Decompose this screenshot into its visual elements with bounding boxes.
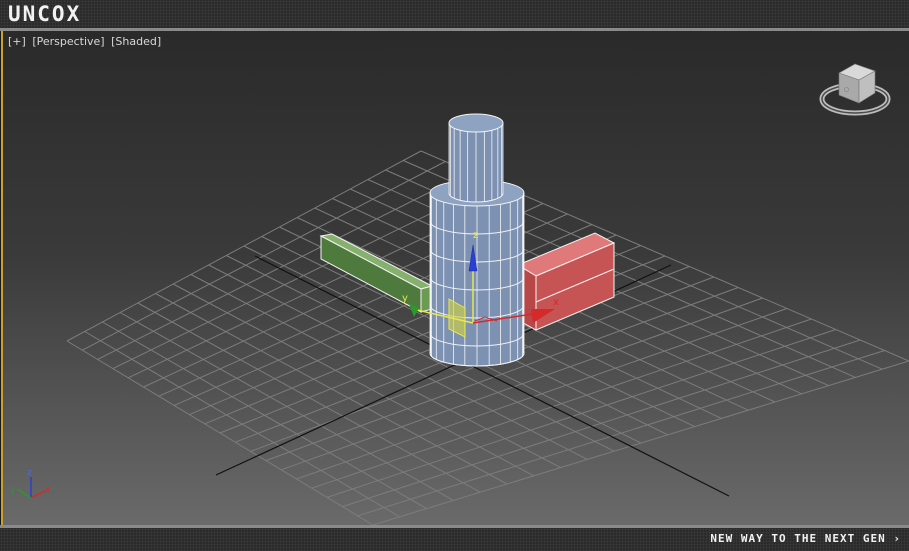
grid-line [372,360,909,525]
viewport-view-menu[interactable]: [Perspective] [32,35,104,48]
title-bar: uncox [0,0,909,28]
perspective-viewport[interactable]: z y x ▢ z x y [+] [Perspective] [Shaded] [1,31,909,525]
gizmo-y-label: y [402,293,408,304]
world-y-label: y [10,485,16,495]
scene-canvas[interactable]: z y x ▢ z x y [3,31,909,525]
app-logo: uncox [8,2,82,26]
world-x-label: x [45,485,51,495]
small-cylinder-top [448,113,504,133]
grid-line [326,329,836,498]
viewcube-front-icon: ▢ [844,87,849,93]
world-z-label: z [27,468,32,478]
world-axes-icon: z x y [10,468,51,499]
viewport-label-menu[interactable]: [+] [Perspective] [Shaded] [8,35,164,48]
footer-tagline: NEW WAY TO THE NEXT GEN › [710,532,901,545]
viewport-shading-menu[interactable]: [Shaded] [111,35,161,48]
grid-line [342,339,861,508]
viewport-general-menu[interactable]: [+] [8,35,26,48]
grid-line [357,350,885,517]
cylinder-edge [523,193,524,353]
gizmo-x-label: x [553,297,559,308]
viewcube[interactable]: ▢ [819,63,891,116]
gizmo-z-label: z [473,230,478,241]
cylinder-edge [430,193,431,353]
footer-bar: NEW WAY TO THE NEXT GEN › [0,528,909,551]
app-window: uncox [0,0,909,551]
